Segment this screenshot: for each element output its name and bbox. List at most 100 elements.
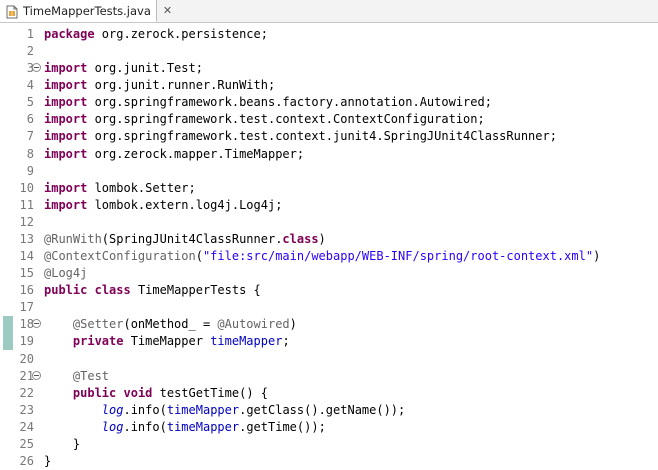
code-text: public void testGetTime() {: [44, 385, 268, 402]
line-number: 3: [26, 61, 34, 76]
code-token: void: [123, 385, 153, 400]
code-token: org.zerock.mapper.TimeMapper;: [87, 146, 305, 161]
code-line[interactable]: 14 @ContextConfiguration("file:src/main/w…: [0, 248, 658, 265]
line-number: 9: [26, 163, 34, 178]
code-text: import org.springframework.test.context.…: [44, 111, 485, 128]
code-line[interactable]: 20: [0, 351, 658, 368]
line-number: 14: [19, 249, 34, 264]
code-text: import org.springframework.test.context.…: [44, 128, 557, 145]
code-token: org.junit.runner.RunWith;: [87, 78, 276, 93]
code-token: lombok.Setter;: [87, 180, 196, 195]
close-tab-icon[interactable]: ✕: [163, 5, 172, 16]
code-token: @Test: [72, 368, 110, 383]
code-line[interactable]: 5 import org.springframework.beans.factor…: [0, 94, 658, 111]
code-text: import lombok.Setter;: [44, 180, 196, 197]
code-line[interactable]: 11 import lombok.extern.log4j.Log4j;: [0, 197, 658, 214]
code-token: log: [101, 419, 124, 434]
code-token: public: [72, 385, 117, 400]
code-token: lombok.extern.log4j.Log4j;: [87, 197, 283, 212]
code-text: import org.zerock.mapper.TimeMapper;: [44, 146, 304, 163]
code-token: TimeMapperTests {: [130, 283, 261, 298]
code-token: (: [195, 249, 203, 264]
code-line[interactable]: 16 public class TimeMapperTests {: [0, 282, 658, 299]
line-number: 21: [19, 368, 34, 383]
code-token: class: [94, 283, 131, 298]
code-line[interactable]: 1 package org.zerock.persistence;: [0, 26, 658, 43]
code-line[interactable]: 3 import org.junit.Test;: [0, 60, 658, 77]
code-text: private TimeMapper timeMapper;: [44, 333, 290, 350]
code-line[interactable]: 7 import org.springframework.test.context…: [0, 128, 658, 145]
java-file-icon: J: [6, 4, 18, 18]
code-token: class: [282, 231, 319, 246]
code-text: @Test: [44, 368, 109, 385]
code-line[interactable]: 19 private TimeMapper timeMapper;: [0, 333, 658, 350]
code-line[interactable]: 23 log.info(timeMapper.getClass().getNam…: [0, 402, 658, 419]
fold-collapse-icon[interactable]: [32, 319, 41, 329]
line-number: 23: [19, 402, 34, 417]
code-line[interactable]: 10 import lombok.Setter;: [0, 180, 658, 197]
code-token: .info(: [123, 419, 167, 434]
code-token: timeMapper: [166, 419, 240, 434]
code-token: import: [44, 180, 88, 195]
code-token: package: [44, 27, 95, 41]
fold-collapse-icon[interactable]: [32, 63, 41, 73]
line-number: 24: [19, 419, 34, 434]
line-number: 25: [19, 436, 34, 451]
code-editor[interactable]: 1 package org.zerock.persistence; 2 3 import…: [0, 23, 658, 468]
code-line[interactable]: 17: [0, 299, 658, 316]
code-token: log: [101, 402, 124, 417]
code-token: @ContextConfiguration: [44, 249, 196, 264]
code-token: ): [318, 231, 326, 246]
code-token: import: [44, 129, 88, 144]
code-line[interactable]: 26}: [0, 453, 658, 470]
code-line[interactable]: 9: [0, 163, 658, 180]
code-line[interactable]: 4 import org.junit.runner.RunWith;: [0, 77, 658, 94]
code-line[interactable]: 6 import org.springframework.test.context…: [0, 111, 658, 128]
code-token: }: [44, 436, 81, 451]
code-token: "file:src/main/webapp/WEB-INF/spring/roo…: [202, 249, 594, 264]
code-token: timeMapper: [210, 334, 283, 349]
line-number: 17: [19, 300, 34, 315]
code-token: .getTime());: [239, 419, 326, 434]
code-token: @RunWith: [44, 231, 102, 246]
line-number: 20: [19, 351, 34, 366]
code-line[interactable]: 18 @Setter(onMethod_ = @Autowired): [0, 316, 658, 333]
code-token: import: [44, 95, 88, 110]
editor-tab[interactable]: J TimeMapperTests.java ✕: [0, 0, 172, 22]
code-line[interactable]: 8 import org.zerock.mapper.TimeMapper;: [0, 146, 658, 163]
line-number: 7: [26, 129, 34, 144]
code-text: import org.springframework.beans.factory…: [44, 94, 492, 111]
code-token: @Autowired: [217, 317, 290, 332]
code-text: @ContextConfiguration("file:src/main/web…: [44, 248, 600, 265]
code-token: .info(: [123, 402, 167, 417]
code-line[interactable]: 2: [0, 43, 658, 60]
line-number: 15: [19, 266, 34, 281]
editor-tab-title: TimeMapperTests.java: [23, 3, 151, 18]
code-token: import: [44, 146, 88, 161]
code-text: log.info(timeMapper.getTime());: [44, 419, 326, 436]
code-line[interactable]: 21 @Test: [0, 368, 658, 385]
code-line[interactable]: 12: [0, 214, 658, 231]
code-token: @Setter: [72, 317, 124, 332]
code-token: ): [593, 249, 601, 264]
fold-collapse-icon[interactable]: [32, 370, 41, 380]
code-line[interactable]: 24 log.info(timeMapper.getTime());: [0, 419, 658, 436]
svg-text:J: J: [10, 11, 12, 17]
code-token: org.zerock.persistence;: [94, 27, 268, 41]
code-line[interactable]: 25 }: [0, 436, 658, 453]
code-line[interactable]: 13 @RunWith(SpringJUnit4ClassRunner.class…: [0, 231, 658, 248]
code-token: import: [44, 61, 88, 76]
line-number: 10: [19, 180, 34, 195]
code-line[interactable]: 15 @Log4j: [0, 265, 658, 282]
code-token: org.junit.Test;: [87, 61, 203, 76]
line-number: 22: [19, 385, 34, 400]
line-number: 4: [26, 78, 34, 93]
code-text: @Log4j: [44, 265, 87, 282]
editor-tab-bar: J TimeMapperTests.java ✕: [0, 0, 658, 23]
line-number: 19: [19, 334, 34, 349]
code-line[interactable]: 22 public void testGetTime() {: [0, 385, 658, 402]
line-number: 16: [19, 283, 34, 298]
